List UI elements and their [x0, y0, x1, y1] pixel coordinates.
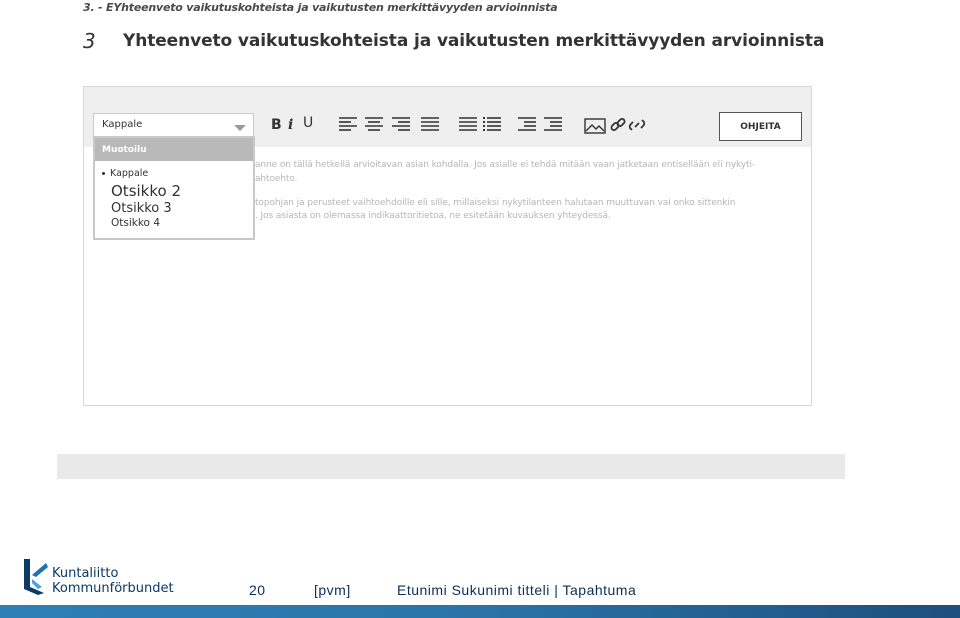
image-icon[interactable]	[584, 118, 606, 134]
unlink-icon[interactable]	[629, 117, 645, 133]
align-left-icon[interactable]	[339, 117, 357, 131]
indent-icon[interactable]	[544, 117, 562, 131]
link-icon[interactable]	[610, 117, 626, 133]
outdent-icon[interactable]	[518, 117, 536, 131]
footer-date: [pvm]	[314, 582, 351, 598]
align-justify-icon[interactable]	[421, 117, 439, 131]
editor-text-line: anne on tällä hetkellä arvioitavan asian…	[255, 160, 756, 170]
help-button[interactable]: OHJEITA	[719, 112, 802, 141]
section-title: Yhteenveto vaikutuskohteista ja vaikutus…	[123, 31, 825, 51]
format-menu-header-label: Muotoilu	[102, 145, 147, 155]
format-option-kappale[interactable]: Kappale	[102, 168, 148, 179]
format-option-otsikko-4[interactable]: Otsikko 4	[111, 217, 160, 229]
editor-text-line: . Jos asiasta on olemassa indikaattoriti…	[255, 211, 611, 221]
format-select-value: Kappale	[102, 119, 143, 130]
unordered-list-icon[interactable]	[459, 117, 477, 131]
breadcrumb: 3. - EYhteenveto vaikutuskohteista ja va…	[83, 1, 558, 14]
footer-bar	[0, 605, 960, 618]
align-right-icon[interactable]	[392, 117, 410, 131]
chevron-down-icon[interactable]	[234, 125, 246, 131]
bullet-icon	[102, 172, 105, 175]
ordered-list-icon[interactable]	[483, 117, 501, 131]
kuntaliitto-logo-icon	[24, 559, 48, 595]
align-center-icon[interactable]	[365, 117, 383, 131]
format-option-otsikko-3[interactable]: Otsikko 3	[111, 201, 172, 216]
editor-text-line: ahtoehto.	[255, 174, 298, 184]
section-divider-band	[57, 454, 845, 479]
logo-text-line1: Kuntaliitto	[52, 566, 119, 581]
underline-button[interactable]: U	[303, 115, 313, 131]
section-number: 3	[83, 29, 96, 53]
page-number: 20	[249, 582, 266, 598]
editor-text-line: topohjan ja perusteet vaihtoehdoille eli…	[255, 198, 736, 208]
footer-author: Etunimi Sukunimi titteli | Tapahtuma	[397, 582, 637, 598]
italic-button[interactable]: i	[288, 117, 293, 133]
logo-text-line2: Kommunförbundet	[52, 581, 174, 596]
format-option-otsikko-2[interactable]: Otsikko 2	[111, 182, 181, 200]
bold-button[interactable]: B	[271, 117, 282, 133]
